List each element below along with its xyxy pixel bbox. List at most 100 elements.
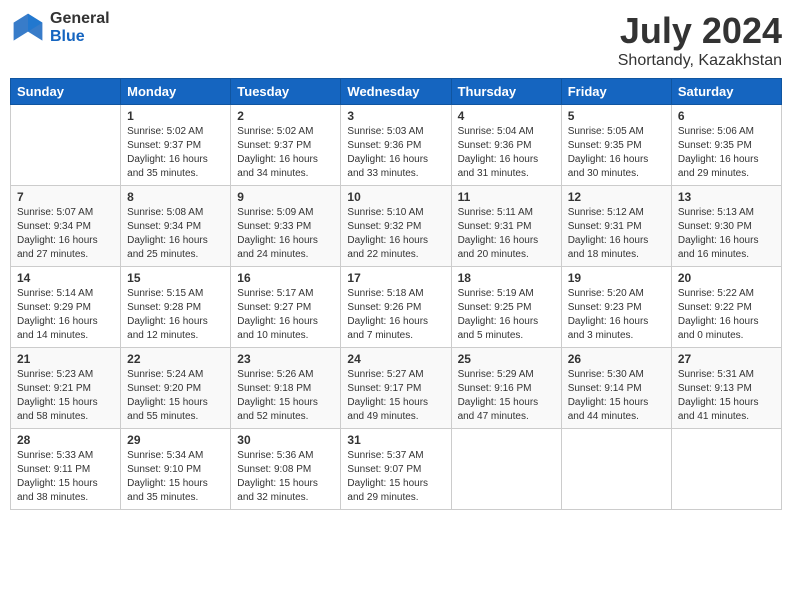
- day-number: 1: [127, 109, 224, 123]
- calendar-week-row: 7 Sunrise: 5:07 AM Sunset: 9:34 PM Daylig…: [11, 186, 782, 267]
- calendar-cell: 30 Sunrise: 5:36 AM Sunset: 9:08 PM Dayli…: [231, 429, 341, 510]
- calendar-cell: 20 Sunrise: 5:22 AM Sunset: 9:22 PM Dayli…: [671, 267, 781, 348]
- logo: General Blue: [10, 10, 110, 46]
- day-info: Sunrise: 5:07 AM Sunset: 9:34 PM Dayligh…: [17, 206, 114, 262]
- day-number: 7: [17, 190, 114, 204]
- weekday-header-sunday: Sunday: [11, 79, 121, 105]
- weekday-header-friday: Friday: [561, 79, 671, 105]
- weekday-header-saturday: Saturday: [671, 79, 781, 105]
- calendar-cell: 23Sunrise: 5:26 AM Sunset: 9:18 PM Dayli…: [231, 348, 341, 429]
- day-number: 8: [127, 190, 224, 204]
- day-number: 3: [347, 109, 444, 123]
- day-number: 22: [127, 352, 224, 366]
- calendar-cell: 9Sunrise: 5:09 AM Sunset: 9:33 PM Daylig…: [231, 186, 341, 267]
- calendar-cell: 31 Sunrise: 5:37 AM Sunset: 9:07 PM Dayli…: [341, 429, 451, 510]
- calendar-week-row: 14 Sunrise: 5:14 AM Sunset: 9:29 PM Dayli…: [11, 267, 782, 348]
- calendar-cell: 16Sunrise: 5:17 AM Sunset: 9:27 PM Dayli…: [231, 267, 341, 348]
- calendar-week-row: 28 Sunrise: 5:33 AM Sunset: 9:11 PM Dayli…: [11, 429, 782, 510]
- day-number: 25: [458, 352, 555, 366]
- day-number: 26: [568, 352, 665, 366]
- page-header: General Blue July 2024 Shortandy, Kazakh…: [10, 10, 782, 70]
- day-info: Sunrise: 5:18 AM Sunset: 9:26 PM Dayligh…: [347, 287, 444, 343]
- calendar-cell: 25 Sunrise: 5:29 AM Sunset: 9:16 PM Dayli…: [451, 348, 561, 429]
- day-info: Sunrise: 5:15 AM Sunset: 9:28 PM Dayligh…: [127, 287, 224, 343]
- day-number: 21: [17, 352, 114, 366]
- weekday-header-monday: Monday: [121, 79, 231, 105]
- day-info: Sunrise: 5:13 AM Sunset: 9:30 PM Dayligh…: [678, 206, 775, 262]
- calendar-cell: 8 Sunrise: 5:08 AM Sunset: 9:34 PM Daylig…: [121, 186, 231, 267]
- calendar-cell: [11, 105, 121, 186]
- day-number: 10: [347, 190, 444, 204]
- calendar-cell: 4Sunrise: 5:04 AM Sunset: 9:36 PM Daylig…: [451, 105, 561, 186]
- day-number: 6: [678, 109, 775, 123]
- weekday-header-tuesday: Tuesday: [231, 79, 341, 105]
- day-info: Sunrise: 5:19 AM Sunset: 9:25 PM Dayligh…: [458, 287, 555, 343]
- day-info: Sunrise: 5:34 AM Sunset: 9:10 PM Dayligh…: [127, 449, 224, 505]
- day-info: Sunrise: 5:20 AM Sunset: 9:23 PM Dayligh…: [568, 287, 665, 343]
- calendar-cell: 21 Sunrise: 5:23 AM Sunset: 9:21 PM Dayli…: [11, 348, 121, 429]
- calendar-cell: 15 Sunrise: 5:15 AM Sunset: 9:28 PM Dayli…: [121, 267, 231, 348]
- day-number: 15: [127, 271, 224, 285]
- day-number: 13: [678, 190, 775, 204]
- calendar-cell: 11Sunrise: 5:11 AM Sunset: 9:31 PM Dayli…: [451, 186, 561, 267]
- day-info: Sunrise: 5:23 AM Sunset: 9:21 PM Dayligh…: [17, 368, 114, 424]
- day-number: 2: [237, 109, 334, 123]
- calendar-cell: 29 Sunrise: 5:34 AM Sunset: 9:10 PM Dayli…: [121, 429, 231, 510]
- day-info: Sunrise: 5:37 AM Sunset: 9:07 PM Dayligh…: [347, 449, 444, 505]
- day-info: Sunrise: 5:11 AM Sunset: 9:31 PM Dayligh…: [458, 206, 555, 262]
- day-info: Sunrise: 5:26 AM Sunset: 9:18 PM Dayligh…: [237, 368, 334, 424]
- calendar-week-row: 21 Sunrise: 5:23 AM Sunset: 9:21 PM Dayli…: [11, 348, 782, 429]
- day-number: 5: [568, 109, 665, 123]
- day-info: Sunrise: 5:33 AM Sunset: 9:11 PM Dayligh…: [17, 449, 114, 505]
- day-info: Sunrise: 5:12 AM Sunset: 9:31 PM Dayligh…: [568, 206, 665, 262]
- calendar-cell: 12 Sunrise: 5:12 AM Sunset: 9:31 PM Dayli…: [561, 186, 671, 267]
- day-number: 30: [237, 433, 334, 447]
- logo-general-text: General: [50, 10, 110, 28]
- day-number: 31: [347, 433, 444, 447]
- title-area: July 2024 Shortandy, Kazakhstan: [618, 10, 782, 70]
- weekday-header-wednesday: Wednesday: [341, 79, 451, 105]
- day-info: Sunrise: 5:31 AM Sunset: 9:13 PM Dayligh…: [678, 368, 775, 424]
- day-info: Sunrise: 5:14 AM Sunset: 9:29 PM Dayligh…: [17, 287, 114, 343]
- day-number: 28: [17, 433, 114, 447]
- day-number: 20: [678, 271, 775, 285]
- day-info: Sunrise: 5:17 AM Sunset: 9:27 PM Dayligh…: [237, 287, 334, 343]
- calendar-cell: 26Sunrise: 5:30 AM Sunset: 9:14 PM Dayli…: [561, 348, 671, 429]
- day-number: 14: [17, 271, 114, 285]
- day-info: Sunrise: 5:27 AM Sunset: 9:17 PM Dayligh…: [347, 368, 444, 424]
- calendar-table: SundayMondayTuesdayWednesdayThursdayFrid…: [10, 78, 782, 510]
- day-info: Sunrise: 5:10 AM Sunset: 9:32 PM Dayligh…: [347, 206, 444, 262]
- calendar-cell: 27 Sunrise: 5:31 AM Sunset: 9:13 PM Dayli…: [671, 348, 781, 429]
- day-number: 12: [568, 190, 665, 204]
- calendar-header-row: SundayMondayTuesdayWednesdayThursdayFrid…: [11, 79, 782, 105]
- logo-blue-text: Blue: [50, 28, 110, 46]
- day-info: Sunrise: 5:03 AM Sunset: 9:36 PM Dayligh…: [347, 125, 444, 181]
- logo-icon: [10, 10, 46, 46]
- calendar-cell: [451, 429, 561, 510]
- day-info: Sunrise: 5:06 AM Sunset: 9:35 PM Dayligh…: [678, 125, 775, 181]
- calendar-cell: [561, 429, 671, 510]
- day-info: Sunrise: 5:36 AM Sunset: 9:08 PM Dayligh…: [237, 449, 334, 505]
- day-info: Sunrise: 5:09 AM Sunset: 9:33 PM Dayligh…: [237, 206, 334, 262]
- calendar-cell: 7 Sunrise: 5:07 AM Sunset: 9:34 PM Daylig…: [11, 186, 121, 267]
- day-info: Sunrise: 5:24 AM Sunset: 9:20 PM Dayligh…: [127, 368, 224, 424]
- day-info: Sunrise: 5:02 AM Sunset: 9:37 PM Dayligh…: [237, 125, 334, 181]
- day-number: 27: [678, 352, 775, 366]
- day-number: 19: [568, 271, 665, 285]
- calendar-cell: 18Sunrise: 5:19 AM Sunset: 9:25 PM Dayli…: [451, 267, 561, 348]
- month-title: July 2024: [618, 10, 782, 52]
- calendar-cell: 1 Sunrise: 5:02 AM Sunset: 9:37 PM Daylig…: [121, 105, 231, 186]
- logo-text: General Blue: [50, 10, 110, 45]
- calendar-cell: 19 Sunrise: 5:20 AM Sunset: 9:23 PM Dayli…: [561, 267, 671, 348]
- day-number: 4: [458, 109, 555, 123]
- day-number: 24: [347, 352, 444, 366]
- calendar-cell: 17Sunrise: 5:18 AM Sunset: 9:26 PM Dayli…: [341, 267, 451, 348]
- day-info: Sunrise: 5:02 AM Sunset: 9:37 PM Dayligh…: [127, 125, 224, 181]
- day-info: Sunrise: 5:05 AM Sunset: 9:35 PM Dayligh…: [568, 125, 665, 181]
- day-info: Sunrise: 5:08 AM Sunset: 9:34 PM Dayligh…: [127, 206, 224, 262]
- day-info: Sunrise: 5:22 AM Sunset: 9:22 PM Dayligh…: [678, 287, 775, 343]
- calendar-cell: 3 Sunrise: 5:03 AM Sunset: 9:36 PM Daylig…: [341, 105, 451, 186]
- calendar-cell: 13 Sunrise: 5:13 AM Sunset: 9:30 PM Dayli…: [671, 186, 781, 267]
- day-number: 29: [127, 433, 224, 447]
- day-info: Sunrise: 5:29 AM Sunset: 9:16 PM Dayligh…: [458, 368, 555, 424]
